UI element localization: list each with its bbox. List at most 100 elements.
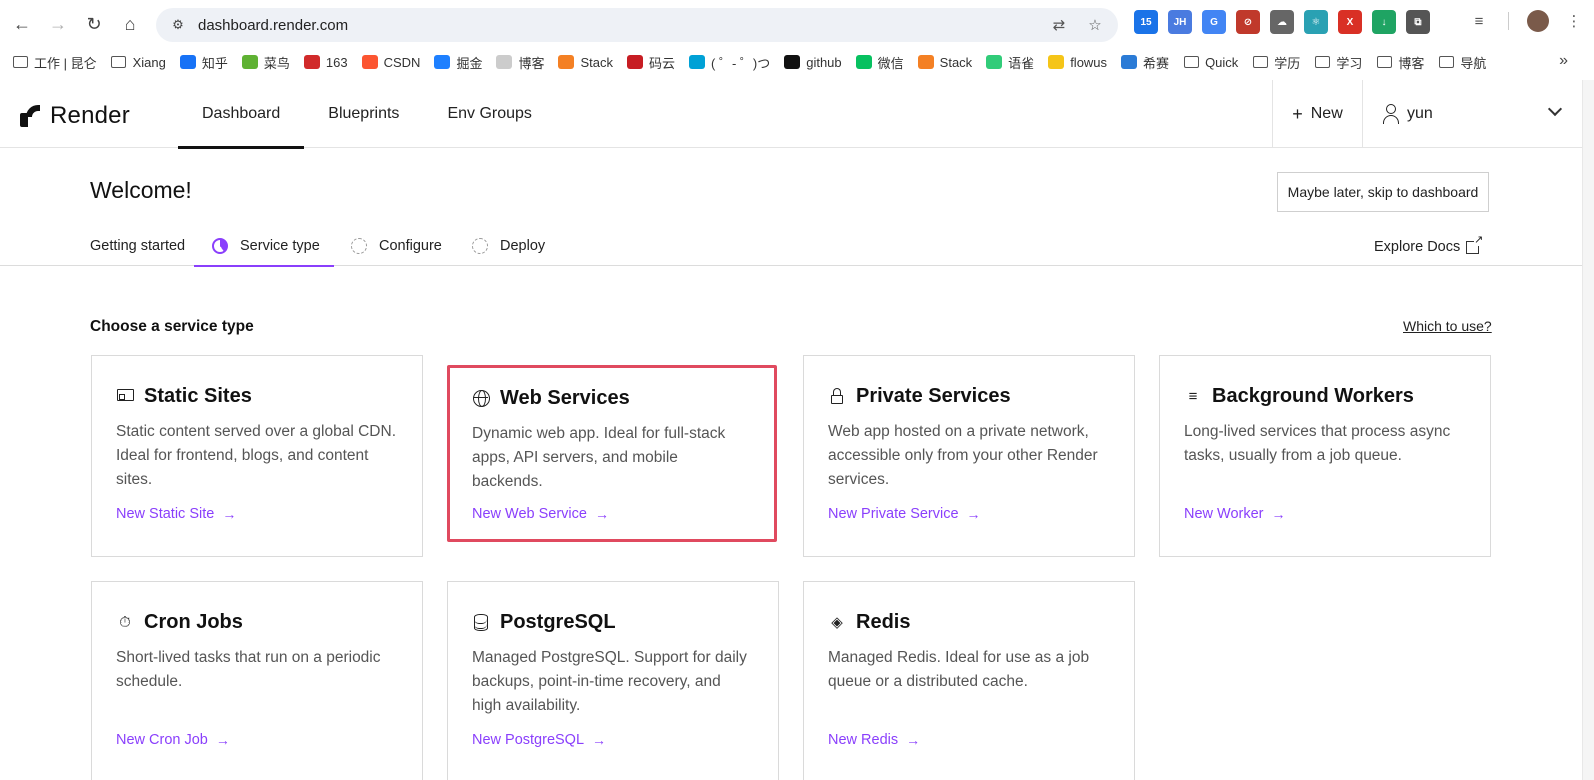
card-background-workers[interactable]: ≡ Background Workers Long-lived services … bbox=[1159, 355, 1491, 557]
reading-list-icon[interactable]: ≡ bbox=[1468, 10, 1490, 32]
new-button[interactable]: + New bbox=[1272, 80, 1362, 148]
link-label: New Private Service bbox=[828, 506, 959, 522]
bookmark-label: Stack bbox=[939, 54, 973, 70]
block-extension-icon[interactable]: ⊘ bbox=[1236, 10, 1260, 34]
step-service-type[interactable]: Service type bbox=[194, 226, 334, 267]
bookmark-label: 博客 bbox=[518, 55, 545, 71]
step-label: Service type bbox=[240, 237, 320, 254]
bookmark-star-icon[interactable]: ☆ bbox=[1084, 14, 1106, 36]
zhihu-icon bbox=[179, 55, 196, 69]
tab-blueprints[interactable]: Blueprints bbox=[304, 80, 423, 148]
tab-env-groups[interactable]: Env Groups bbox=[423, 80, 555, 148]
bookmark-item[interactable]: github bbox=[784, 54, 842, 70]
bookmark-item[interactable]: 163 bbox=[303, 55, 348, 70]
bookmark-item[interactable]: flowus bbox=[1048, 55, 1107, 70]
external-link-icon bbox=[1466, 234, 1484, 254]
site-info-icon[interactable]: ⚙ bbox=[168, 15, 188, 35]
new-worker-link[interactable]: New Worker → bbox=[1184, 506, 1286, 522]
new-redis-link[interactable]: New Redis → bbox=[828, 732, 920, 748]
download-extension-icon[interactable]: ↓ bbox=[1372, 10, 1396, 34]
section-heading: Choose a service type bbox=[90, 318, 254, 335]
puzzle-extension-icon[interactable]: ⧉ bbox=[1406, 10, 1430, 34]
new-private-service-link[interactable]: New Private Service → bbox=[828, 506, 981, 522]
page-scrollbar[interactable] bbox=[1582, 80, 1594, 780]
new-postgresql-link[interactable]: New PostgreSQL → bbox=[472, 732, 606, 748]
arrow-right-icon: → bbox=[594, 506, 609, 522]
new-static-site-link[interactable]: New Static Site → bbox=[116, 506, 236, 522]
x-extension-icon[interactable]: X bbox=[1338, 10, 1362, 34]
arrow-right-icon: → bbox=[906, 732, 921, 748]
brand-logo[interactable]: Render bbox=[20, 102, 130, 130]
explore-docs-link[interactable]: Explore Docs bbox=[1374, 234, 1484, 255]
arrow-right-icon: → bbox=[222, 506, 237, 522]
bookmark-item[interactable]: 语雀 bbox=[986, 53, 1034, 72]
bookmark-item[interactable]: 学习 bbox=[1314, 53, 1362, 72]
bookmarks-overflow-button[interactable]: » bbox=[1559, 52, 1568, 70]
address-bar[interactable]: ⚙ dashboard.render.com ⇄ ☆ bbox=[156, 8, 1118, 42]
calendar-extension-icon[interactable]: 15 bbox=[1134, 10, 1158, 34]
bookmark-item[interactable]: 知乎 bbox=[179, 53, 228, 72]
new-cron-job-link[interactable]: New Cron Job → bbox=[116, 732, 230, 748]
bookmark-item[interactable]: Xiang bbox=[111, 55, 166, 70]
bookmark-label: github bbox=[806, 54, 842, 70]
bookmark-item[interactable]: Stack bbox=[558, 55, 613, 70]
bookmark-item[interactable]: 菜鸟 bbox=[241, 53, 290, 72]
card-static-sites[interactable]: Static Sites Static content served over … bbox=[91, 355, 423, 557]
link-label: New Cron Job bbox=[116, 732, 208, 748]
stopwatch-icon: ⏱ bbox=[119, 613, 131, 631]
card-private-services[interactable]: Private Services Web app hosted on a pri… bbox=[803, 355, 1135, 557]
menu-kebab-icon[interactable]: ⋮ bbox=[1563, 10, 1585, 32]
skip-to-dashboard-button[interactable]: Maybe later, skip to dashboard bbox=[1277, 172, 1489, 212]
link-label: New Redis bbox=[828, 732, 899, 748]
jh-extension-icon[interactable]: JH bbox=[1168, 10, 1192, 34]
card-title: Background Workers bbox=[1212, 384, 1414, 407]
bookmark-item[interactable]: Stack bbox=[917, 54, 973, 70]
tab-dashboard[interactable]: Dashboard bbox=[178, 80, 305, 149]
github-icon bbox=[784, 55, 801, 69]
step-label: Configure bbox=[379, 238, 442, 254]
card-title: Static Sites bbox=[144, 384, 252, 407]
chevron-down-icon bbox=[1547, 101, 1563, 117]
card-description: Managed PostgreSQL. Support for daily ba… bbox=[472, 649, 747, 714]
bookmark-item[interactable]: CSDN bbox=[361, 55, 420, 70]
step-deploy[interactable]: Deploy bbox=[472, 226, 545, 266]
card-postgresql[interactable]: PostgreSQL Managed PostgreSQL. Support f… bbox=[447, 581, 779, 780]
lock-icon bbox=[828, 387, 846, 405]
stack-icon bbox=[917, 55, 934, 69]
step-getting-started[interactable]: Getting started bbox=[90, 226, 185, 266]
header-actions: + New yun bbox=[1272, 80, 1582, 148]
bookmark-item[interactable]: 码云 bbox=[626, 53, 675, 72]
bookmark-item[interactable]: 学历 bbox=[1252, 53, 1300, 72]
bookmark-item[interactable]: 希赛 bbox=[1121, 53, 1169, 72]
reload-button[interactable]: ↻ bbox=[76, 6, 112, 42]
pending-circle-icon bbox=[351, 238, 367, 254]
which-to-use-link[interactable]: Which to use? bbox=[1403, 318, 1492, 334]
step-label: Deploy bbox=[500, 238, 546, 254]
translate-icon[interactable]: ⇄ bbox=[1048, 14, 1070, 36]
card-redis[interactable]: ◈ Redis Managed Redis. Ideal for use as a… bbox=[803, 581, 1135, 780]
app-header: Render Dashboard Blueprints Env Groups +… bbox=[0, 80, 1582, 149]
card-cron-jobs[interactable]: ⏱ Cron Jobs Short-lived tasks that run on… bbox=[91, 581, 423, 780]
card-web-services[interactable]: Web Services Dynamic web app. Ideal for … bbox=[447, 365, 777, 542]
react-extension-icon[interactable]: ⚛ bbox=[1304, 10, 1328, 34]
bookmark-item[interactable]: 工作 | 昆仑 bbox=[12, 53, 97, 72]
bookmark-item[interactable]: 导航 bbox=[1438, 53, 1486, 72]
bookmark-label: 导航 bbox=[1460, 55, 1487, 71]
bookmark-label: 博客 bbox=[1398, 55, 1425, 71]
back-button[interactable]: ← bbox=[4, 6, 40, 42]
user-menu[interactable]: yun bbox=[1362, 80, 1582, 148]
new-web-service-link[interactable]: New Web Service → bbox=[472, 506, 609, 522]
translate-extension-icon[interactable]: G bbox=[1202, 10, 1226, 34]
bookmark-item[interactable]: Quick bbox=[1183, 55, 1238, 70]
bookmark-item[interactable]: ( ゜- ゜)つ bbox=[689, 53, 770, 72]
csdn-icon bbox=[361, 55, 378, 69]
cloud-extension-icon[interactable]: ☁ bbox=[1270, 10, 1294, 34]
bookmark-item[interactable]: 博客 bbox=[496, 53, 544, 72]
home-button[interactable]: ⌂ bbox=[112, 6, 148, 42]
profile-avatar[interactable] bbox=[1527, 10, 1549, 32]
bookmark-item[interactable]: 博客 bbox=[1376, 53, 1424, 72]
bookmark-item[interactable]: 掘金 bbox=[434, 53, 482, 72]
forward-button[interactable]: → bbox=[40, 6, 76, 42]
step-configure[interactable]: Configure bbox=[351, 226, 442, 266]
bookmark-item[interactable]: 微信 bbox=[855, 53, 904, 72]
